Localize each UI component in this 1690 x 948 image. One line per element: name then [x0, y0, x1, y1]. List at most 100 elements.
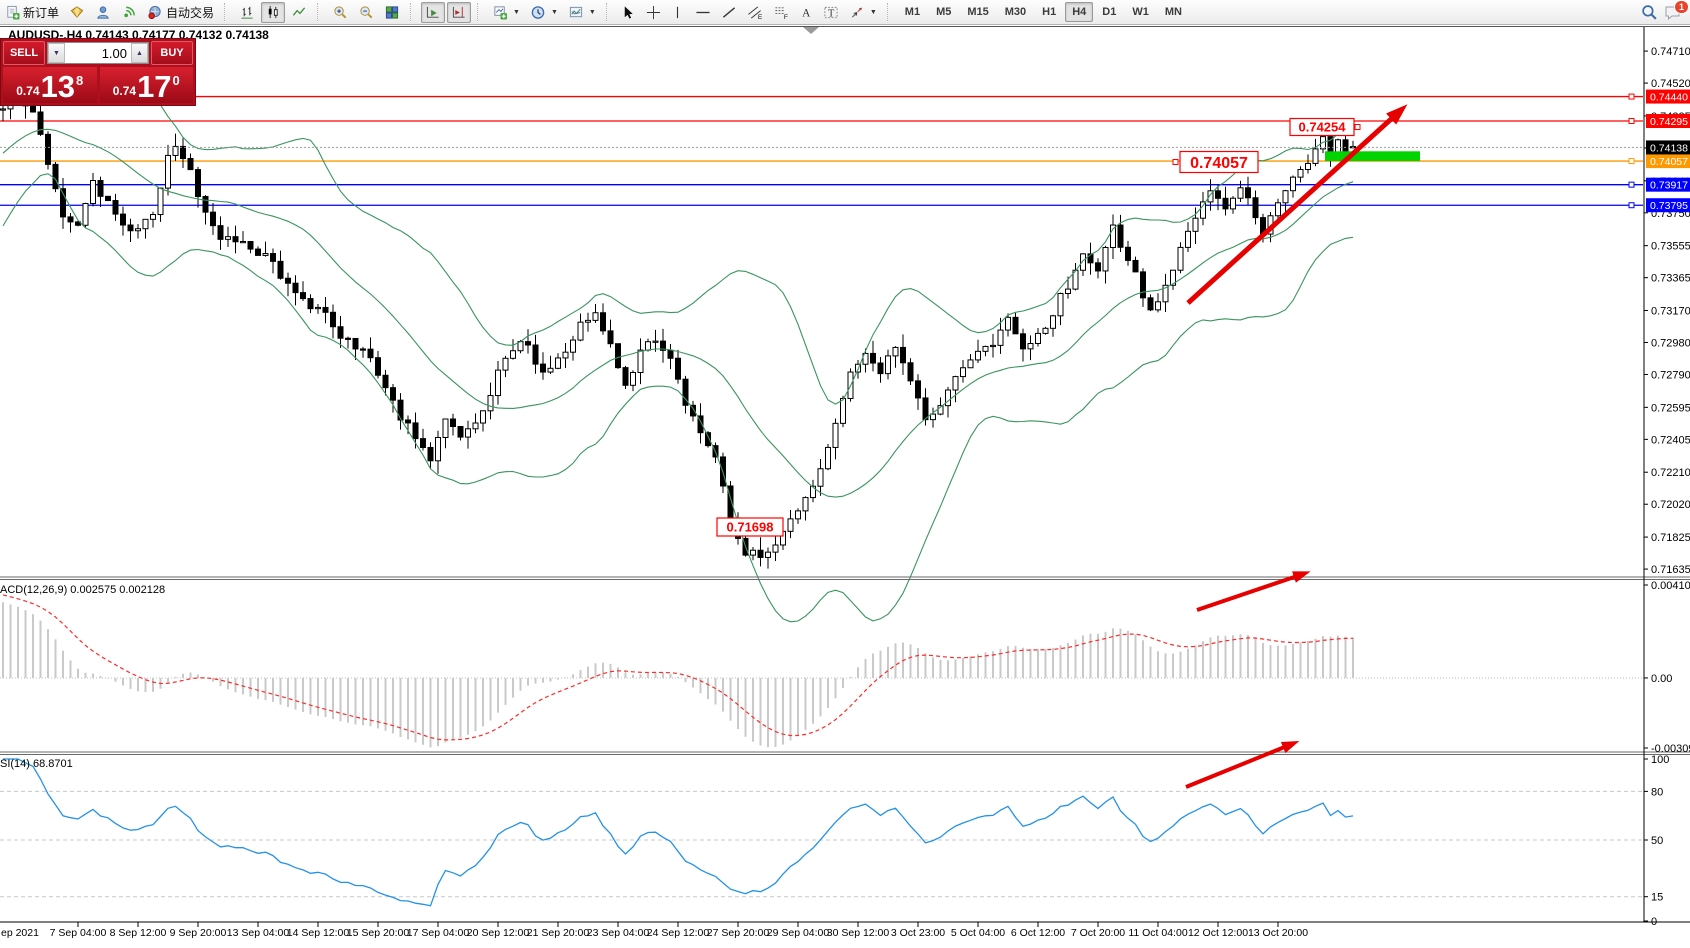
trend-arrow-rsi[interactable] — [1186, 744, 1292, 787]
sell-button[interactable]: SELL — [3, 41, 45, 65]
trend-arrow-main[interactable] — [1188, 111, 1400, 303]
bollinger-lower-band[interactable] — [3, 174, 1353, 622]
candle-body — [361, 349, 366, 350]
timeframe-button-m1[interactable]: M1 — [898, 2, 927, 22]
search-icon[interactable] — [1641, 4, 1658, 21]
rsi-axis-label: 50 — [1651, 835, 1663, 847]
candle-body — [38, 112, 43, 134]
buy-price-small: 0.74 — [113, 84, 136, 98]
periods-button[interactable]: ▼ — [526, 2, 562, 23]
buy-price-big: 17 — [137, 72, 171, 102]
fibonacci-button[interactable]: F — [769, 2, 793, 23]
volume-increase-button[interactable]: ▲ — [131, 43, 148, 63]
candle-body — [286, 278, 291, 283]
arrows-tool-button[interactable]: ▼ — [845, 2, 881, 23]
depot-button[interactable] — [65, 2, 89, 23]
crosshair-button[interactable] — [642, 2, 665, 23]
candle-body — [1156, 302, 1161, 310]
line-chart-button[interactable] — [287, 2, 311, 23]
price-level-badge-text: 0.73795 — [1650, 200, 1688, 212]
trendline-button[interactable] — [717, 2, 741, 23]
candle-body — [1283, 191, 1288, 203]
price-level-badge-text: 0.73917 — [1650, 180, 1688, 192]
toolbar-right: 1 — [1641, 4, 1690, 21]
time-axis-label: 8 Sep 12:00 — [110, 927, 167, 939]
time-axis-label: 29 Sep 04:00 — [767, 927, 830, 939]
new-order-button[interactable]: 新订单 — [1, 2, 63, 23]
time-axis-label: ep 2021 — [1, 927, 39, 939]
cursor-button[interactable] — [617, 2, 640, 23]
bar-chart-icon — [239, 5, 255, 20]
price-annotation-text: 0.71698 — [727, 520, 774, 535]
new-chart-button[interactable]: ▼ — [488, 2, 524, 23]
support-zone-rectangle[interactable] — [1325, 151, 1420, 161]
horizontal-line-button[interactable] — [691, 2, 715, 23]
volume-decrease-button[interactable]: ▼ — [48, 43, 65, 63]
candle-body — [1178, 247, 1183, 270]
tile-windows-button[interactable] — [380, 2, 404, 23]
candle-body — [481, 411, 486, 423]
bar-chart-button[interactable] — [235, 2, 259, 23]
candle-body — [526, 342, 531, 345]
vertical-line-button[interactable] — [667, 2, 689, 23]
candle-body — [316, 307, 321, 308]
buy-price-tile[interactable]: 0.74 17 0 — [100, 67, 194, 103]
timeframe-button-m5[interactable]: M5 — [929, 2, 958, 22]
zoom-out-button[interactable] — [354, 2, 378, 23]
candle-body — [466, 429, 471, 437]
time-axis-label: 15 Sep 20:00 — [347, 927, 410, 939]
level-anchor-square — [1629, 94, 1634, 99]
candle-body — [98, 181, 103, 197]
timeframe-button-mn[interactable]: MN — [1158, 2, 1189, 22]
main-toolbar: 新订单 自动交易 ▼ ▼ — [0, 0, 1690, 25]
candle-body — [511, 351, 516, 359]
candle-body — [1028, 343, 1033, 348]
equidistant-channel-button[interactable]: E — [743, 2, 767, 23]
macd-indicator-label: ACD(12,26,9) 0.002575 0.002128 — [0, 584, 165, 596]
signals-button[interactable] — [117, 2, 141, 23]
macd-axis-label: 0.00 — [1651, 673, 1672, 685]
timeframe-button-d1[interactable]: D1 — [1095, 2, 1123, 22]
candle-body — [1118, 225, 1123, 247]
sell-price-tile[interactable]: 0.74 13 8 — [3, 67, 97, 103]
chat-button[interactable]: 1 — [1664, 4, 1682, 21]
chart-canvas[interactable]: ep 20217 Sep 04:008 Sep 12:009 Sep 20:00… — [0, 25, 1690, 948]
timeframe-button-m30[interactable]: M30 — [998, 2, 1033, 22]
buy-button[interactable]: BUY — [151, 41, 193, 65]
volume-value[interactable]: 1.00 — [65, 43, 131, 63]
timeframe-button-m15[interactable]: M15 — [960, 2, 995, 22]
candle-body — [758, 550, 763, 557]
candle-body — [1186, 231, 1191, 247]
timeframe-button-h1[interactable]: H1 — [1035, 2, 1063, 22]
community-button[interactable] — [91, 2, 115, 23]
candle-body — [578, 322, 583, 340]
candle-body — [278, 261, 283, 278]
price-axis-label: 0.73365 — [1651, 273, 1690, 285]
auto-trading-button[interactable]: 自动交易 — [143, 2, 218, 23]
time-axis-label: 9 Sep 20:00 — [170, 927, 227, 939]
chart-shift-button[interactable] — [447, 2, 471, 23]
candle-body — [143, 219, 148, 228]
chart-scroll-marker[interactable] — [803, 27, 819, 34]
candle-body — [271, 254, 276, 262]
time-axis-label: 12 Oct 12:00 — [1188, 927, 1248, 939]
candle-body — [91, 181, 96, 204]
text-button[interactable]: A — [795, 2, 817, 23]
candle-body — [871, 353, 876, 363]
templates-button[interactable]: ▼ — [564, 2, 600, 23]
candle-body — [1246, 188, 1251, 198]
candle-body — [406, 420, 411, 423]
timeframe-button-h4[interactable]: H4 — [1065, 2, 1093, 22]
text-label-button[interactable]: T — [819, 2, 843, 23]
candle-body — [893, 347, 898, 355]
candle-body — [571, 340, 576, 352]
chart-window: ep 20217 Sep 04:008 Sep 12:009 Sep 20:00… — [0, 25, 1690, 948]
candlestick-button[interactable] — [261, 2, 285, 23]
timeframe-button-w1[interactable]: W1 — [1125, 2, 1156, 22]
candle-body — [548, 368, 553, 372]
zoom-in-button[interactable] — [328, 2, 352, 23]
auto-scroll-button[interactable] — [421, 2, 445, 23]
svg-text:T: T — [828, 8, 835, 19]
toolbar-separator — [477, 3, 483, 21]
rsi-line[interactable] — [3, 759, 1353, 906]
